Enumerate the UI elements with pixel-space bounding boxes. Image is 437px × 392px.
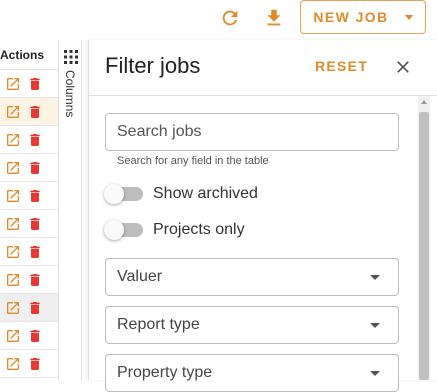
show-archived-label: Show archived — [153, 185, 258, 202]
table-row — [0, 322, 58, 350]
scroll-up-icon[interactable] — [421, 100, 427, 104]
open-in-new-icon[interactable] — [5, 104, 21, 120]
open-in-new-icon[interactable] — [5, 272, 21, 288]
search-helper-text: Search for any field in the table — [117, 155, 269, 167]
panel-scrollbar[interactable] — [418, 96, 430, 380]
panel-divider — [89, 95, 437, 96]
trash-icon[interactable] — [27, 132, 43, 148]
dropdown-arrow-icon — [370, 322, 380, 328]
open-in-new-icon[interactable] — [5, 160, 21, 176]
table-row — [0, 154, 58, 182]
toggle-knob — [104, 220, 124, 240]
table-row — [0, 350, 58, 378]
table-row — [0, 238, 58, 266]
top-toolbar: NEW JOB — [0, 0, 437, 38]
table-row — [0, 294, 58, 322]
chevron-down-icon[interactable] — [404, 14, 413, 20]
show-archived-toggle[interactable]: Show archived — [104, 182, 258, 206]
trash-icon[interactable] — [27, 188, 43, 204]
open-in-new-icon[interactable] — [5, 132, 21, 148]
trash-icon[interactable] — [27, 328, 43, 344]
grid-icon[interactable] — [64, 50, 78, 64]
report-type-select[interactable]: Report type — [105, 306, 399, 344]
refresh-icon[interactable] — [218, 6, 242, 30]
open-in-new-icon[interactable] — [5, 300, 21, 316]
table-row — [0, 70, 58, 98]
trash-icon[interactable] — [27, 104, 43, 120]
valuer-select-label: Valuer — [117, 268, 163, 285]
valuer-select[interactable]: Valuer — [105, 258, 399, 296]
actions-column-header: Actions — [0, 40, 58, 70]
filter-panel: Filter jobs RESET Search for any field i… — [88, 40, 437, 392]
panel-title: Filter jobs — [105, 53, 201, 78]
new-job-button[interactable]: NEW JOB — [300, 0, 426, 34]
columns-toggle[interactable]: Columns — [60, 40, 82, 380]
toggle-knob — [104, 184, 124, 204]
dropdown-arrow-icon — [370, 370, 380, 376]
trash-icon[interactable] — [27, 300, 43, 316]
projects-only-toggle[interactable]: Projects only — [104, 218, 245, 242]
toggle-switch[interactable] — [104, 184, 143, 204]
trash-icon[interactable] — [27, 216, 43, 232]
table-row — [0, 126, 58, 154]
open-in-new-icon[interactable] — [5, 188, 21, 204]
scrollbar-thumb[interactable] — [419, 112, 429, 380]
download-icon[interactable] — [262, 6, 286, 30]
trash-icon[interactable] — [27, 76, 43, 92]
reset-button[interactable]: RESET — [315, 58, 368, 74]
dropdown-arrow-icon — [370, 274, 380, 280]
toggle-switch[interactable] — [104, 220, 143, 240]
property-type-select[interactable]: Property type — [105, 354, 399, 392]
projects-only-label: Projects only — [153, 221, 245, 238]
open-in-new-icon[interactable] — [5, 216, 21, 232]
property-type-select-label: Property type — [117, 364, 213, 381]
new-job-label: NEW JOB — [313, 9, 389, 25]
search-input[interactable] — [105, 113, 399, 151]
open-in-new-icon[interactable] — [5, 76, 21, 92]
open-in-new-icon[interactable] — [5, 328, 21, 344]
trash-icon[interactable] — [27, 356, 43, 372]
trash-icon[interactable] — [27, 244, 43, 260]
table-row — [0, 182, 58, 210]
table-row — [0, 210, 58, 238]
trash-icon[interactable] — [27, 160, 43, 176]
open-in-new-icon[interactable] — [5, 356, 21, 372]
actions-column: Actions — [0, 40, 59, 380]
columns-label[interactable]: Columns — [63, 70, 77, 117]
open-in-new-icon[interactable] — [5, 244, 21, 260]
report-type-select-label: Report type — [117, 316, 200, 333]
table-row — [0, 266, 58, 294]
close-icon[interactable] — [393, 57, 413, 77]
trash-icon[interactable] — [27, 272, 43, 288]
table-row — [0, 98, 58, 126]
